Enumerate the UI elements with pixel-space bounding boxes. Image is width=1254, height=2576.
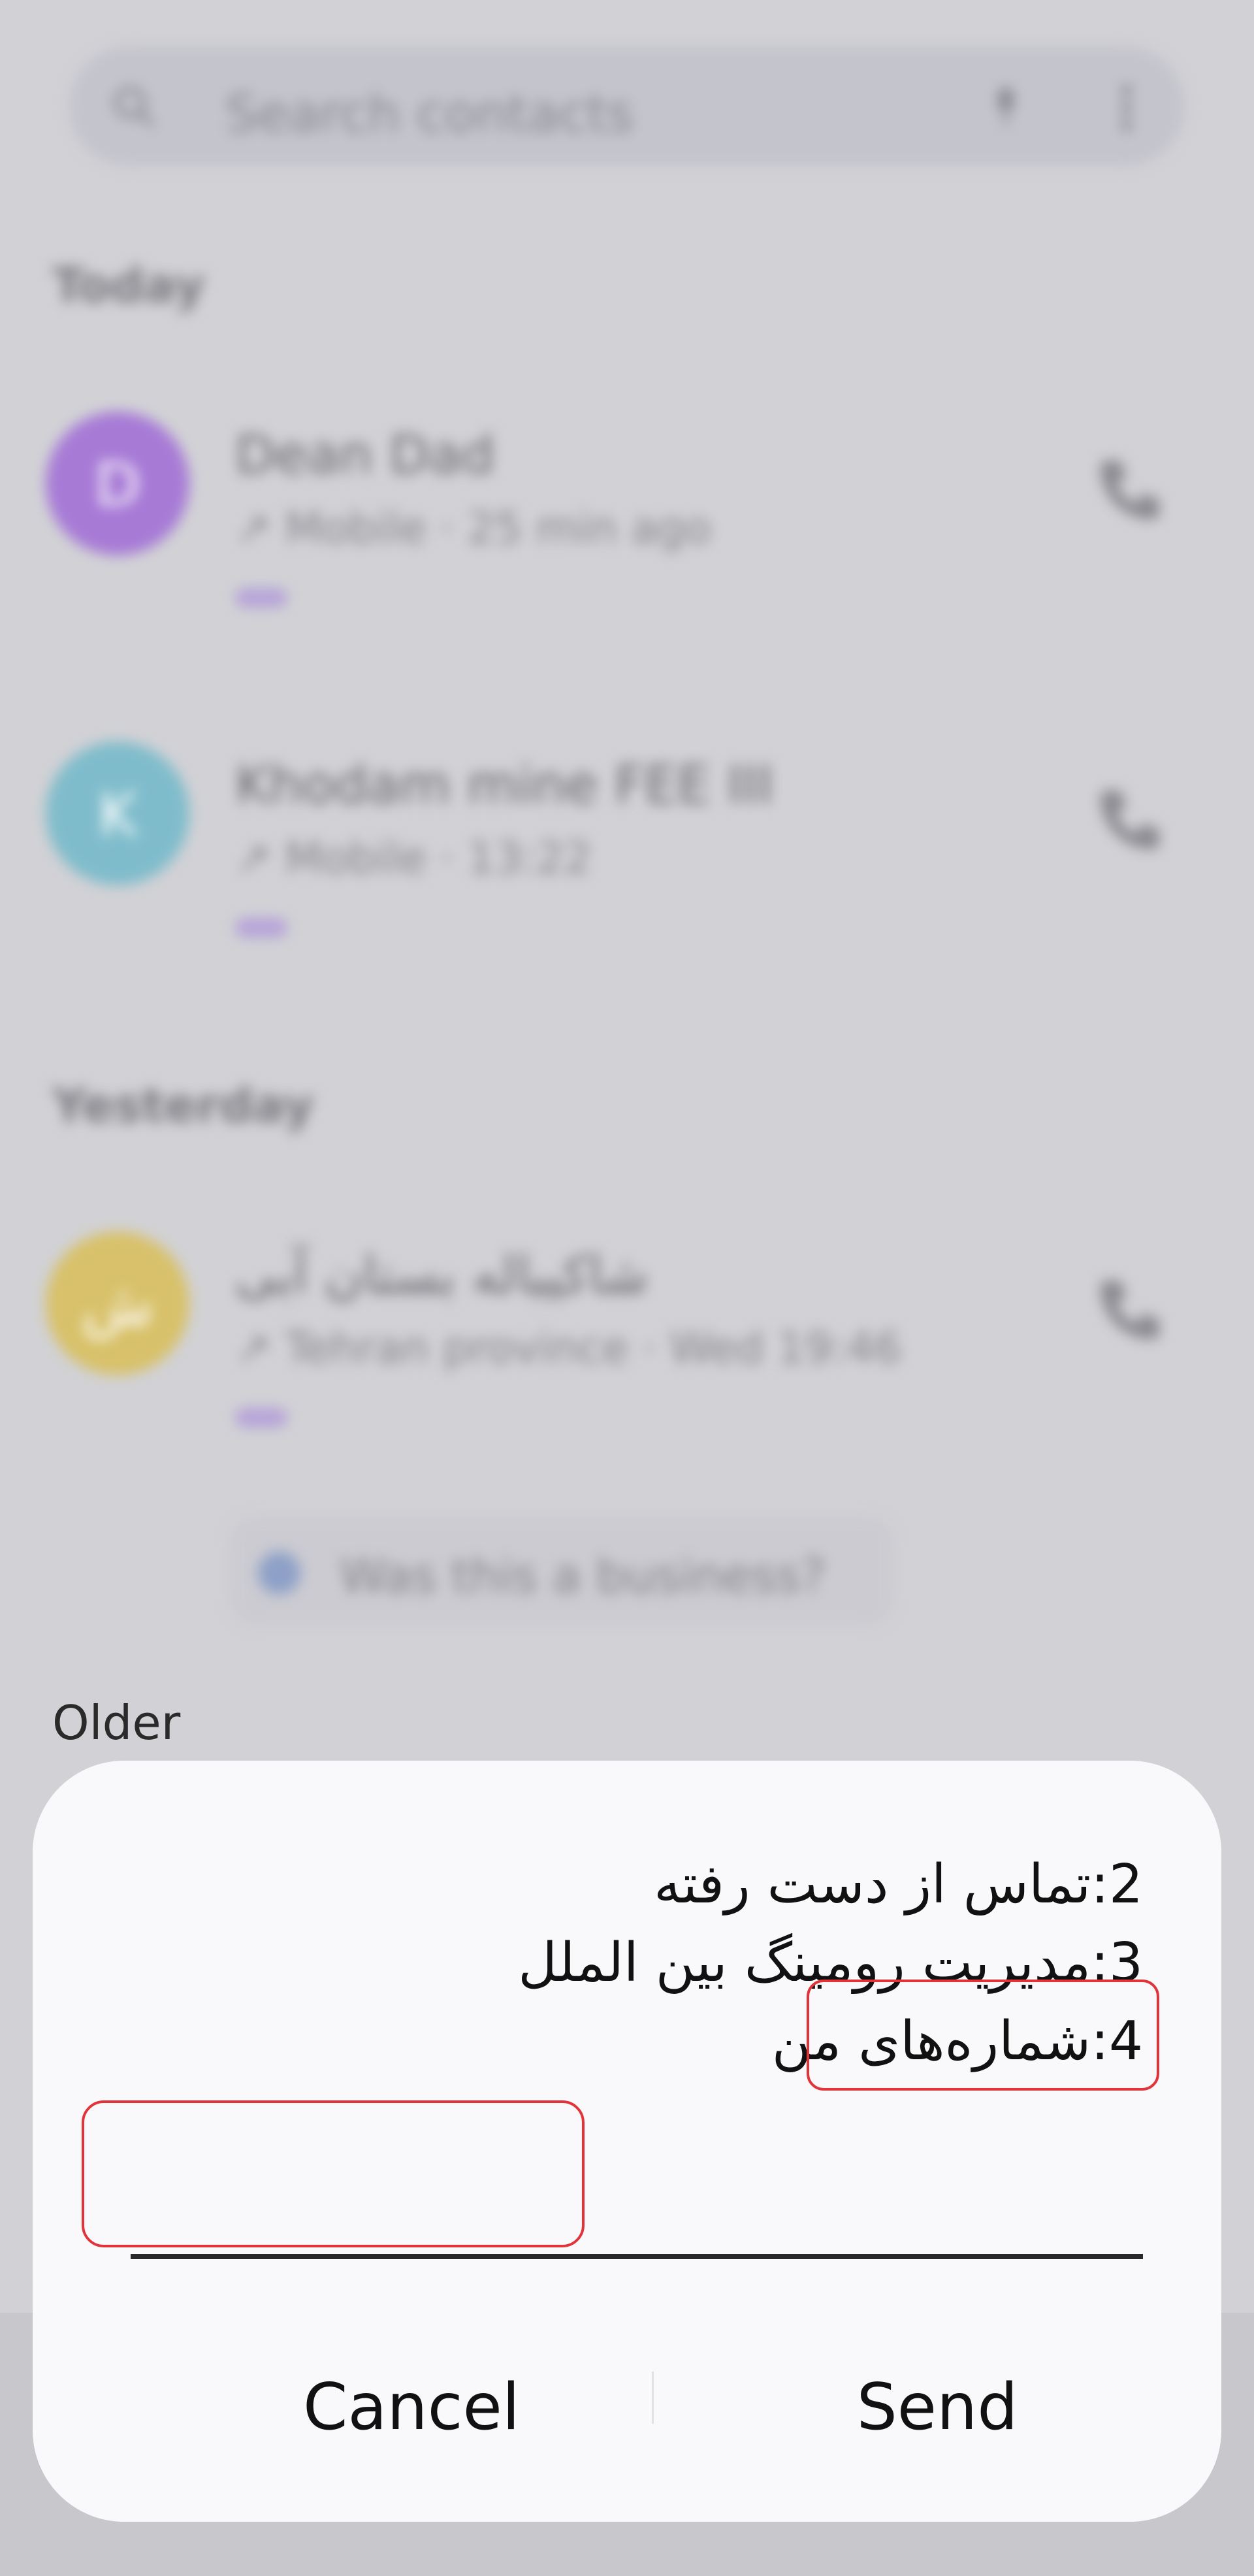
call-name: شاکیباله بستان آبی [235,1245,649,1305]
send-button[interactable]: Send [683,2358,1192,2456]
section-header-older: Older [52,1695,181,1750]
mic-icon[interactable] [983,84,1029,129]
phone-icon[interactable] [1091,1271,1169,1349]
call-tag [235,1408,287,1427]
call-meta: ↗ Mobile · 25 min ago [235,503,711,553]
call-log-item[interactable]: D Dean Dad ↗ Mobile · 25 min ago [0,412,1254,608]
call-meta: ↗ Tehran province · Wed 19:46 [235,1323,902,1373]
button-divider [652,2372,654,2424]
call-meta: ↗ Mobile · 13:22 [235,833,592,883]
phone-icon[interactable] [1091,781,1169,859]
search-icon [114,87,155,127]
chip-label: Was this a business? [340,1548,826,1603]
call-log-item[interactable]: ش شاکیباله بستان آبی ↗ Tehran province ·… [0,1231,1254,1427]
phone-icon[interactable] [1091,451,1169,529]
avatar: ش [46,1231,189,1375]
call-name: Dean Dad [235,425,495,485]
input-underline [131,2254,1143,2259]
ussd-option-2: 2:تماس از دست رفته [654,1853,1143,1916]
avatar: D [46,412,189,555]
section-header-yesterday: Yesterday [52,1078,314,1133]
call-tag [235,918,287,937]
call-name: Khodam mine FEE III [235,755,774,815]
business-feedback-chip[interactable]: Was this a business? [229,1516,895,1627]
ussd-reply-input[interactable] [82,2100,585,2247]
info-icon [258,1552,300,1594]
more-options-icon[interactable] [1114,82,1140,134]
call-log-item[interactable]: K Khodam mine FEE III ↗ Mobile · 13:22 [0,742,1254,937]
call-tag [235,588,287,608]
section-header-today: Today [52,258,205,313]
avatar: K [46,742,189,885]
search-placeholder: Search contacts [225,85,634,144]
cancel-button[interactable]: Cancel [157,2358,666,2456]
search-bar[interactable]: Search contacts [69,46,1185,167]
ussd-dialog: 2:تماس از دست رفته 3:مدیریت رومینگ بین ا… [33,1761,1221,2522]
highlight-option-4 [807,1980,1159,2091]
